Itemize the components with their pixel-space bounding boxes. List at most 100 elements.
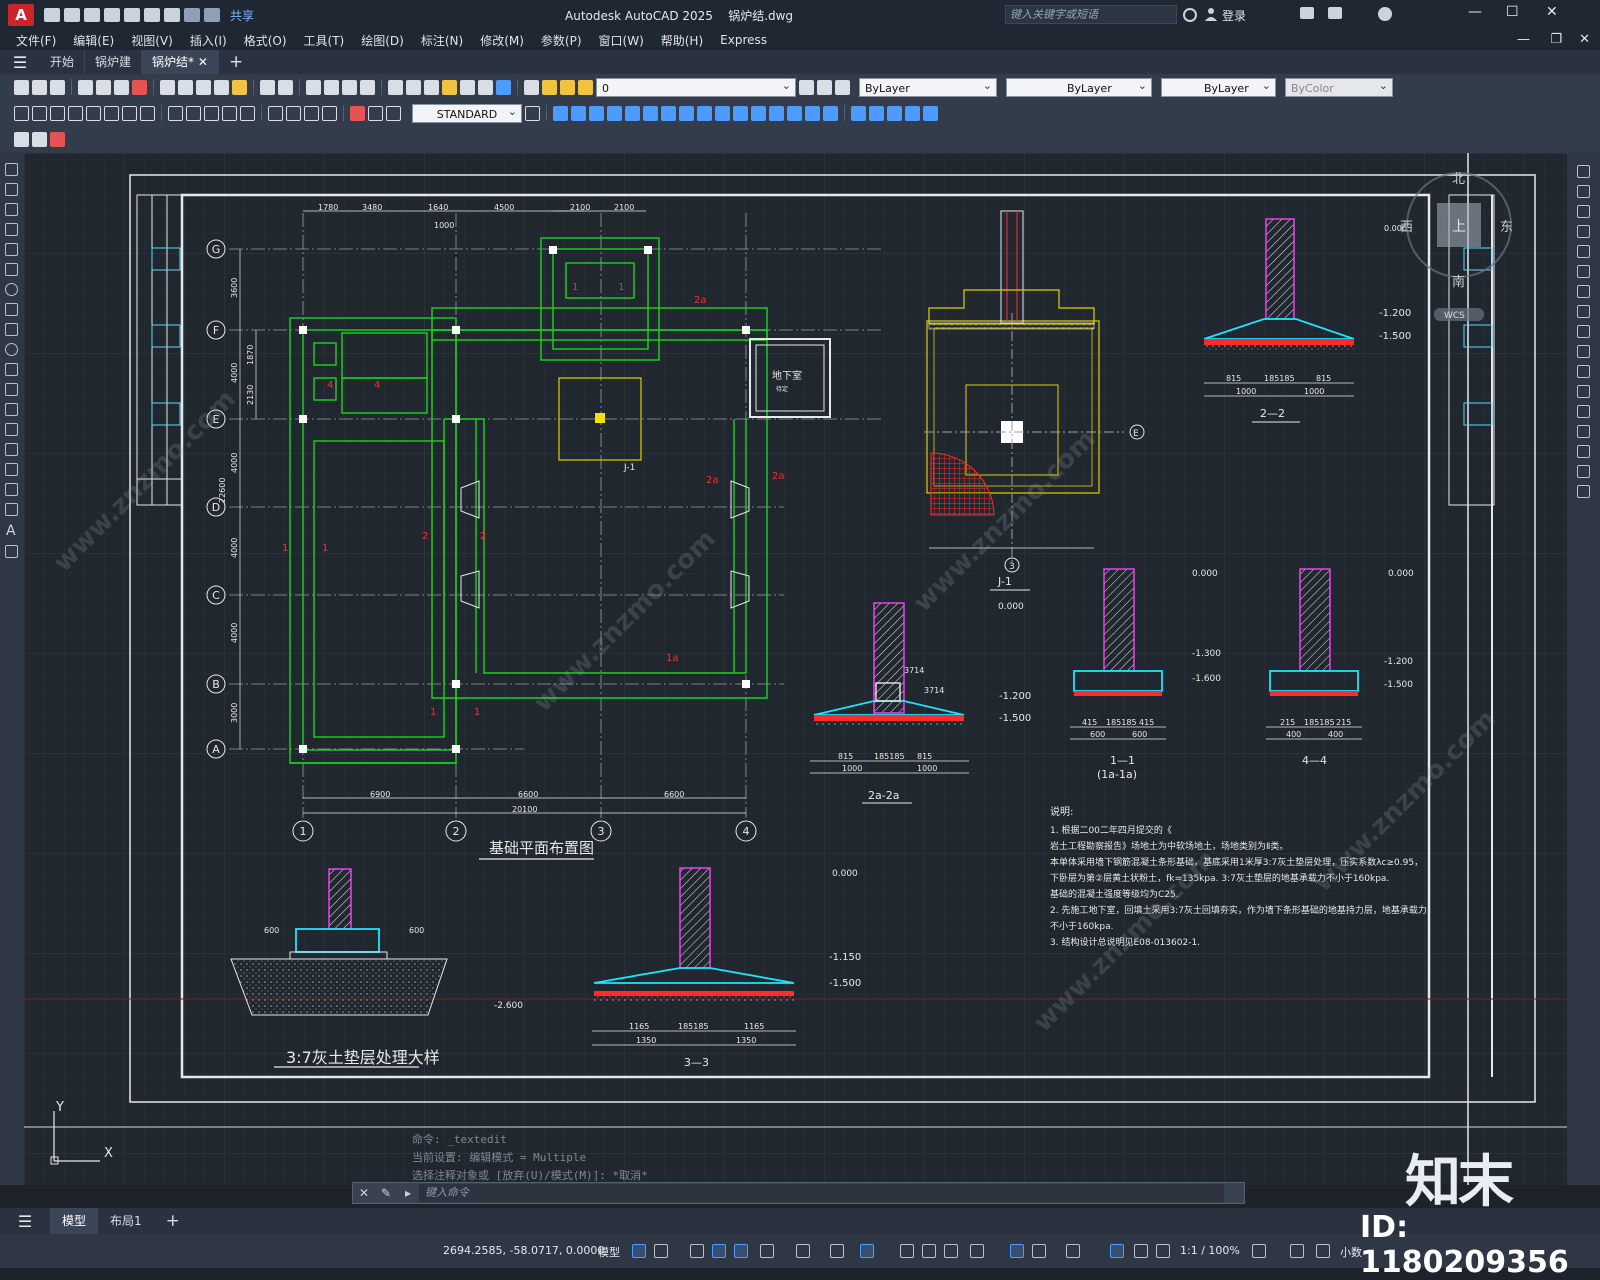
- linear-dim-icon[interactable]: [14, 105, 29, 121]
- layer-on-icon[interactable]: [542, 79, 557, 95]
- tool-palettes-icon[interactable]: [424, 79, 439, 95]
- point-icon[interactable]: [5, 423, 18, 436]
- region-icon[interactable]: [5, 483, 18, 496]
- tolerance-icon[interactable]: [268, 105, 283, 121]
- lineweight-dropdown[interactable]: ByLayer: [1161, 76, 1276, 97]
- annotation-scale-icon[interactable]: [1156, 1244, 1170, 1258]
- ordinate-dim-icon[interactable]: [68, 105, 83, 121]
- center-mark-icon[interactable]: [286, 105, 301, 121]
- layer-lock-icon[interactable]: [578, 79, 593, 95]
- publish-icon[interactable]: [114, 79, 129, 95]
- plot-icon[interactable]: [78, 79, 93, 95]
- 3d-print-icon[interactable]: [132, 79, 147, 95]
- wcs-menu[interactable]: WCS: [1444, 311, 1465, 321]
- properties-icon[interactable]: [388, 79, 403, 95]
- help-icon[interactable]: [1378, 7, 1392, 21]
- cmd-customize-icon[interactable]: ✎: [375, 1186, 397, 1200]
- open-from-web-icon[interactable]: [124, 8, 140, 22]
- plot-icon[interactable]: [164, 8, 180, 22]
- menu-window[interactable]: 窗口(W): [599, 32, 644, 49]
- make-block-icon[interactable]: [5, 403, 18, 416]
- tab-close-icon[interactable]: ✕: [198, 55, 208, 69]
- zoom-realtime-icon[interactable]: [324, 79, 339, 95]
- table-icon[interactable]: [5, 503, 18, 516]
- purge-icon[interactable]: [50, 132, 65, 147]
- trim-icon[interactable]: [715, 105, 730, 121]
- offset-icon[interactable]: [1577, 225, 1590, 238]
- selection-filter-icon[interactable]: [1032, 1244, 1046, 1258]
- fillet-icon[interactable]: [1577, 445, 1590, 458]
- cad-drawing[interactable]: J-1 地下室 待定 11 22 11 44 11 2a2a 2a1a G F …: [24, 153, 1567, 1185]
- menu-draw[interactable]: 绘图(D): [361, 32, 404, 49]
- dim-edit-icon[interactable]: [350, 105, 365, 121]
- minimize-icon[interactable]: —: [1468, 4, 1482, 20]
- object-snap-icon[interactable]: [860, 1244, 874, 1258]
- app-menu-button[interactable]: A: [8, 4, 34, 26]
- stretch-icon[interactable]: [1577, 325, 1590, 338]
- copy-icon[interactable]: [178, 79, 193, 95]
- snap-icon[interactable]: [654, 1244, 668, 1258]
- rotate-icon[interactable]: [1577, 285, 1590, 298]
- quickcalc-icon[interactable]: [478, 79, 493, 95]
- polar-icon[interactable]: [760, 1244, 774, 1258]
- mtext-icon[interactable]: A: [6, 523, 16, 539]
- join-icon[interactable]: [769, 105, 784, 121]
- aligned-dim-icon[interactable]: [32, 105, 47, 121]
- diameter-dim-icon[interactable]: [122, 105, 137, 121]
- dim-space-icon[interactable]: [222, 105, 237, 121]
- drawing-canvas[interactable]: J-1 地下室 待定 11 22 11 44 11 2a 2a 2a 1a G …: [24, 153, 1567, 1185]
- draworder-icon[interactable]: [851, 105, 866, 121]
- dynamic-input-icon[interactable]: [712, 1244, 726, 1258]
- undo-icon[interactable]: [184, 8, 200, 22]
- copy-object-icon[interactable]: [571, 105, 586, 121]
- annotation-monitor-icon[interactable]: [1290, 1244, 1304, 1258]
- menu-view[interactable]: 视图(V): [131, 32, 173, 49]
- add-selected-icon[interactable]: [5, 545, 18, 558]
- layer-freeze-icon[interactable]: [560, 79, 575, 95]
- chamfer-icon[interactable]: [1577, 425, 1590, 438]
- save-to-web-icon[interactable]: [144, 8, 160, 22]
- quick-dim-icon[interactable]: [168, 105, 183, 121]
- layer-properties-icon[interactable]: [524, 79, 539, 95]
- design-center-icon[interactable]: [406, 79, 421, 95]
- file-tabs-menu-icon[interactable]: ☰: [0, 53, 40, 72]
- hatch-back-icon[interactable]: [923, 105, 938, 121]
- send-back-icon[interactable]: [887, 105, 902, 121]
- erase-icon[interactable]: [1577, 165, 1590, 178]
- text-front-icon[interactable]: [905, 105, 920, 121]
- move-icon[interactable]: [1577, 265, 1590, 278]
- zoom-previous-icon[interactable]: [360, 79, 375, 95]
- doc-restore-icon[interactable]: ❐: [1550, 32, 1562, 47]
- gizmo-icon[interactable]: [1066, 1244, 1080, 1258]
- move-icon[interactable]: [643, 105, 658, 121]
- mirror-icon[interactable]: [589, 105, 604, 121]
- linetype-dropdown[interactable]: ByLayer: [1006, 76, 1152, 97]
- isodraft-icon[interactable]: [796, 1244, 810, 1258]
- help-search-input[interactable]: 键入关键字或短语: [1005, 5, 1177, 24]
- jogged-linear-icon[interactable]: [322, 105, 337, 121]
- line-icon[interactable]: [5, 163, 18, 176]
- workspace-gear-icon[interactable]: [1252, 1244, 1266, 1258]
- new-file-icon[interactable]: [44, 8, 60, 22]
- color-dropdown[interactable]: ByLayer: [859, 76, 997, 97]
- menu-insert[interactable]: 插入(I): [190, 32, 227, 49]
- doc-minimize-icon[interactable]: —: [1517, 32, 1530, 47]
- revcloud-icon[interactable]: [5, 303, 18, 316]
- menu-express[interactable]: Express: [720, 33, 767, 47]
- dim-text-edit-icon[interactable]: [368, 105, 383, 121]
- cut-icon[interactable]: [160, 79, 175, 95]
- sheet-set-icon[interactable]: [442, 79, 457, 95]
- polygon-icon[interactable]: [5, 223, 18, 236]
- menu-tools[interactable]: 工具(T): [304, 32, 345, 49]
- viewcube-east[interactable]: 东: [1500, 220, 1513, 235]
- dim-update-icon[interactable]: [386, 105, 401, 121]
- attach-icon[interactable]: [32, 132, 47, 147]
- block-editor-icon[interactable]: [232, 79, 247, 95]
- polyline-icon[interactable]: [5, 203, 18, 216]
- explode-icon[interactable]: [1577, 485, 1590, 498]
- plotstyle-dropdown[interactable]: ByColor: [1285, 76, 1393, 97]
- share-button[interactable]: 共享: [230, 7, 254, 24]
- jogged-dim-icon[interactable]: [104, 105, 119, 121]
- doc-close-icon[interactable]: ✕: [1579, 32, 1590, 47]
- spline-icon[interactable]: [5, 323, 18, 336]
